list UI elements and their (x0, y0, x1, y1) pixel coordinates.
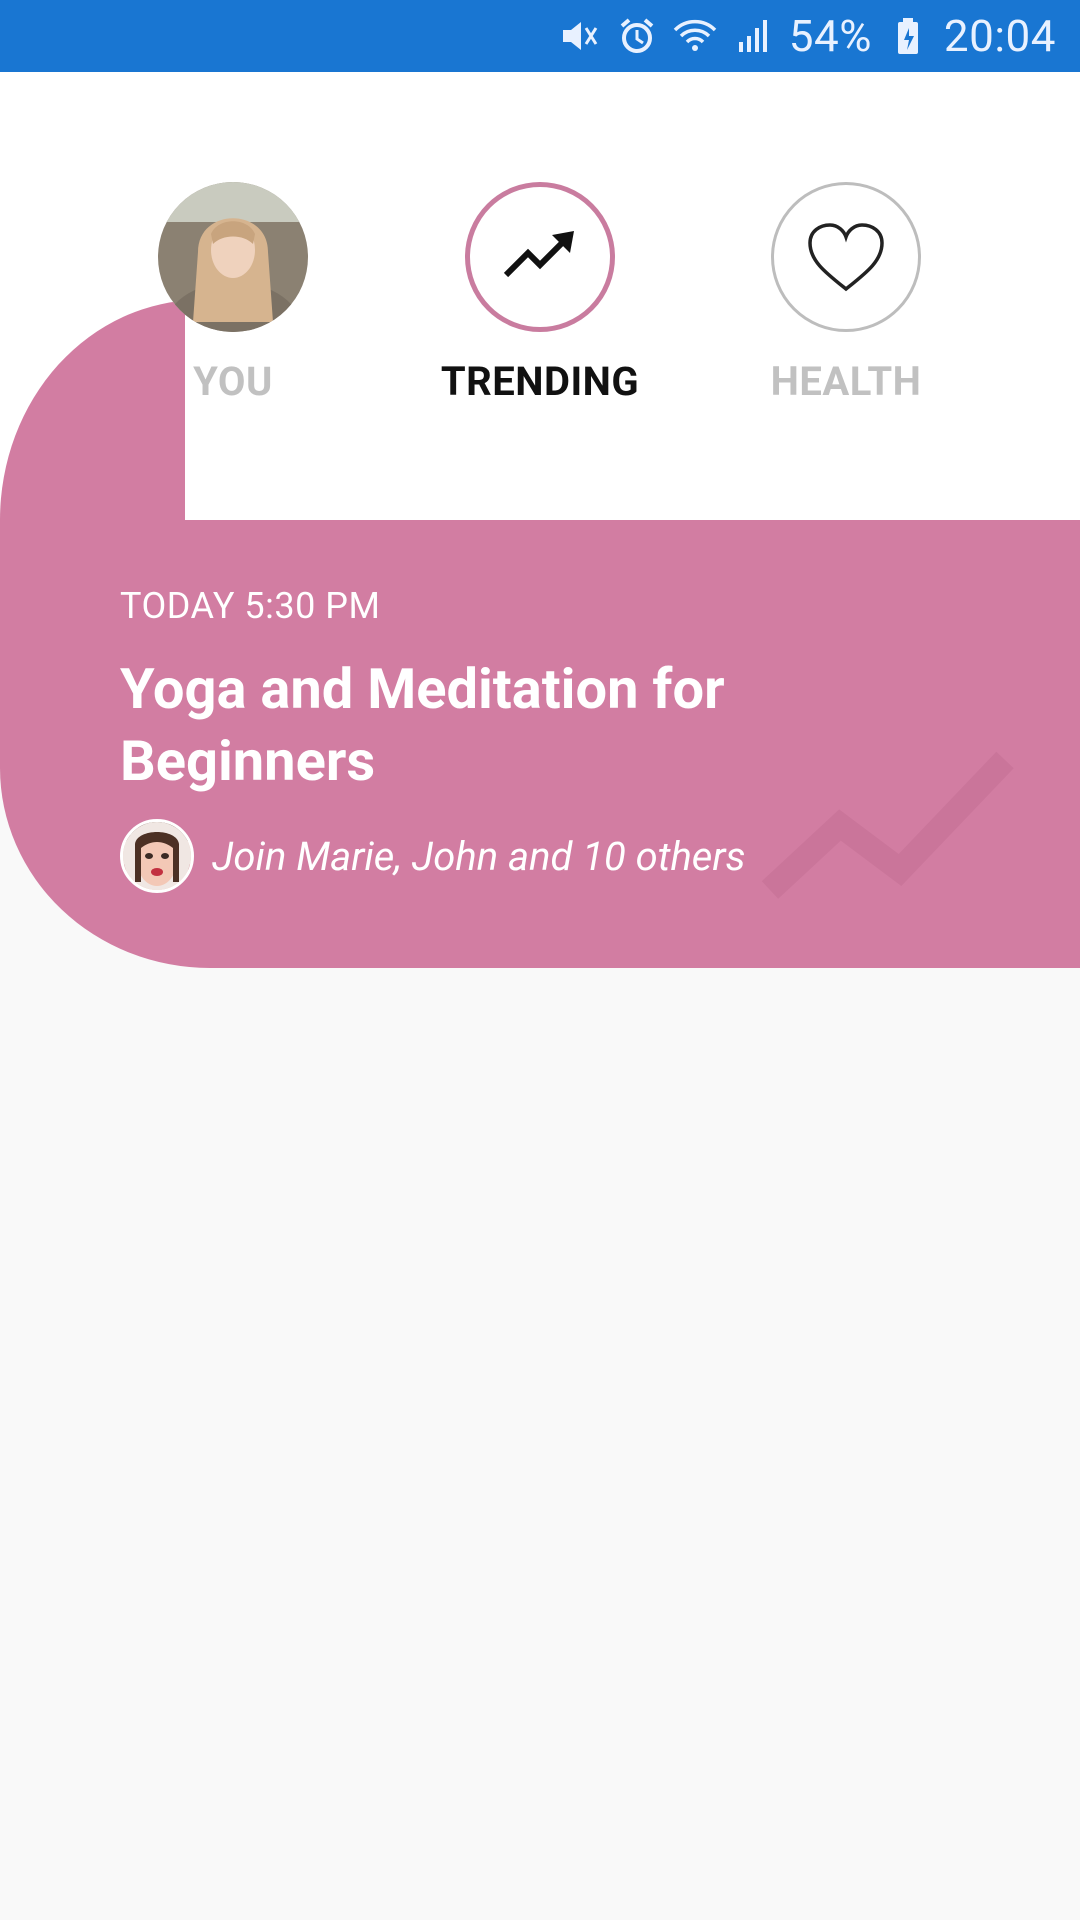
tab-label: TRENDING (440, 358, 640, 405)
tab-trending[interactable]: TRENDING (410, 182, 670, 405)
status-bar: 54% 20:04 (0, 0, 1080, 72)
tab-label: HEALTH (770, 358, 922, 405)
tab-you[interactable]: YOU (103, 182, 363, 405)
clock: 20:04 (943, 10, 1056, 62)
participant-avatar (120, 819, 194, 893)
event-time: TODAY 5:30 PM (120, 585, 381, 627)
tab-health[interactable]: HEALTH (716, 182, 976, 405)
category-tabs: YOU TRENDING HEALTH (0, 110, 1080, 405)
alarm-icon (615, 14, 659, 58)
trending-watermark-icon (761, 751, 1014, 899)
signal-icon (731, 14, 775, 58)
mute-icon (557, 14, 601, 58)
heart-icon[interactable] (771, 182, 921, 332)
trending-up-icon[interactable] (465, 182, 615, 332)
tab-label: YOU (193, 358, 273, 405)
wifi-icon (673, 14, 717, 58)
user-avatar[interactable] (158, 182, 308, 332)
battery-icon (886, 14, 930, 58)
participants-text: Join Marie, John and 10 others (212, 832, 746, 880)
battery-percent: 54% (788, 10, 872, 62)
